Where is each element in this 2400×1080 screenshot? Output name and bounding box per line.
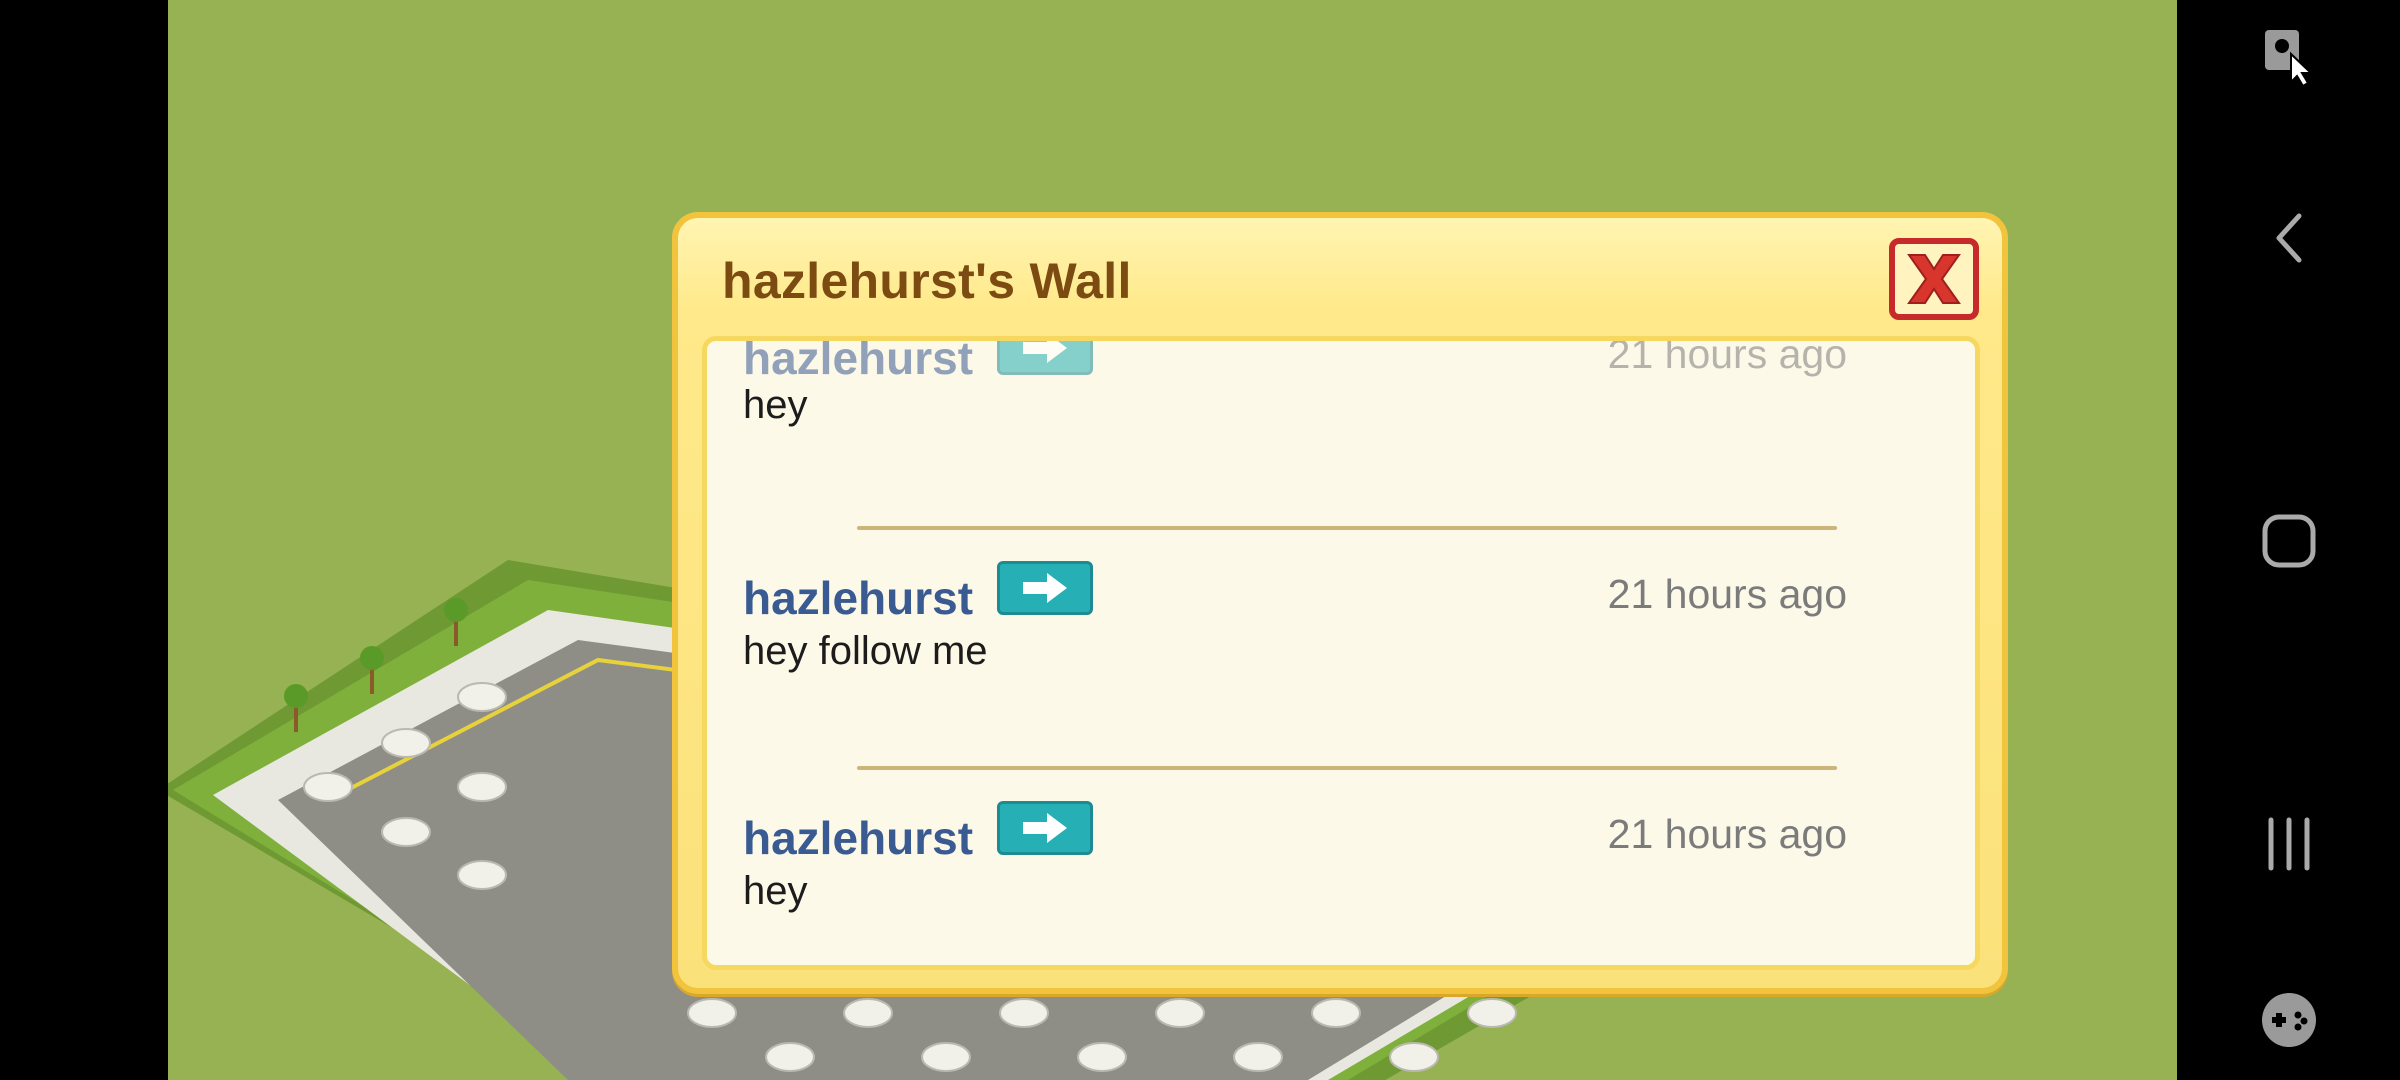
wall-dialog: hazlehurst's Wall hazlehurst 21 hours ag… [672,212,2008,994]
close-button[interactable] [1889,238,1979,320]
screenshot-touch-button[interactable] [2249,16,2329,96]
wall-post: hazlehurst 21 hours ago hey [707,336,1975,491]
post-message: hey follow me [743,629,988,673]
recent-apps-button[interactable] [2249,804,2329,884]
arrow-right-icon [1023,813,1067,843]
post-message: hey [743,869,808,913]
arrow-right-icon [1023,341,1067,363]
game-tools-button[interactable] [2249,980,2329,1060]
wall-post: hazlehurst 21 hours ago hey [707,801,1975,965]
visit-profile-button[interactable] [997,341,1093,375]
post-author[interactable]: hazlehurst [743,811,973,865]
post-divider [857,526,1837,530]
back-icon [2276,213,2302,263]
back-button[interactable] [2249,198,2329,278]
screenshot-touch-icon [2265,30,2314,88]
game-tools-icon [2262,993,2316,1047]
post-time: 21 hours ago [1607,336,1847,377]
dialog-title: hazlehurst's Wall [722,253,1132,309]
visit-profile-button[interactable] [997,561,1093,615]
wall-posts-list[interactable]: hazlehurst 21 hours ago hey hazlehurst 2… [702,336,1980,970]
system-nav-bar [2177,0,2400,1080]
post-time: 21 hours ago [1607,571,1847,617]
wall-post: hazlehurst 21 hours ago hey follow me [707,561,1975,731]
visit-profile-button[interactable] [997,801,1093,855]
left-letterbox [0,0,168,1080]
post-author[interactable]: hazlehurst [743,571,973,625]
post-divider [857,766,1837,770]
home-button[interactable] [2249,501,2329,581]
home-icon [2262,514,2316,568]
game-view[interactable]: hazlehurst's Wall hazlehurst 21 hours ag… [168,0,2177,1080]
post-author[interactable]: hazlehurst [743,341,973,385]
post-time: 21 hours ago [1607,811,1847,857]
close-x-icon [1907,254,1961,304]
recent-apps-icon [2268,817,2310,871]
post-message: hey [743,383,808,427]
arrow-right-icon [1023,573,1067,603]
